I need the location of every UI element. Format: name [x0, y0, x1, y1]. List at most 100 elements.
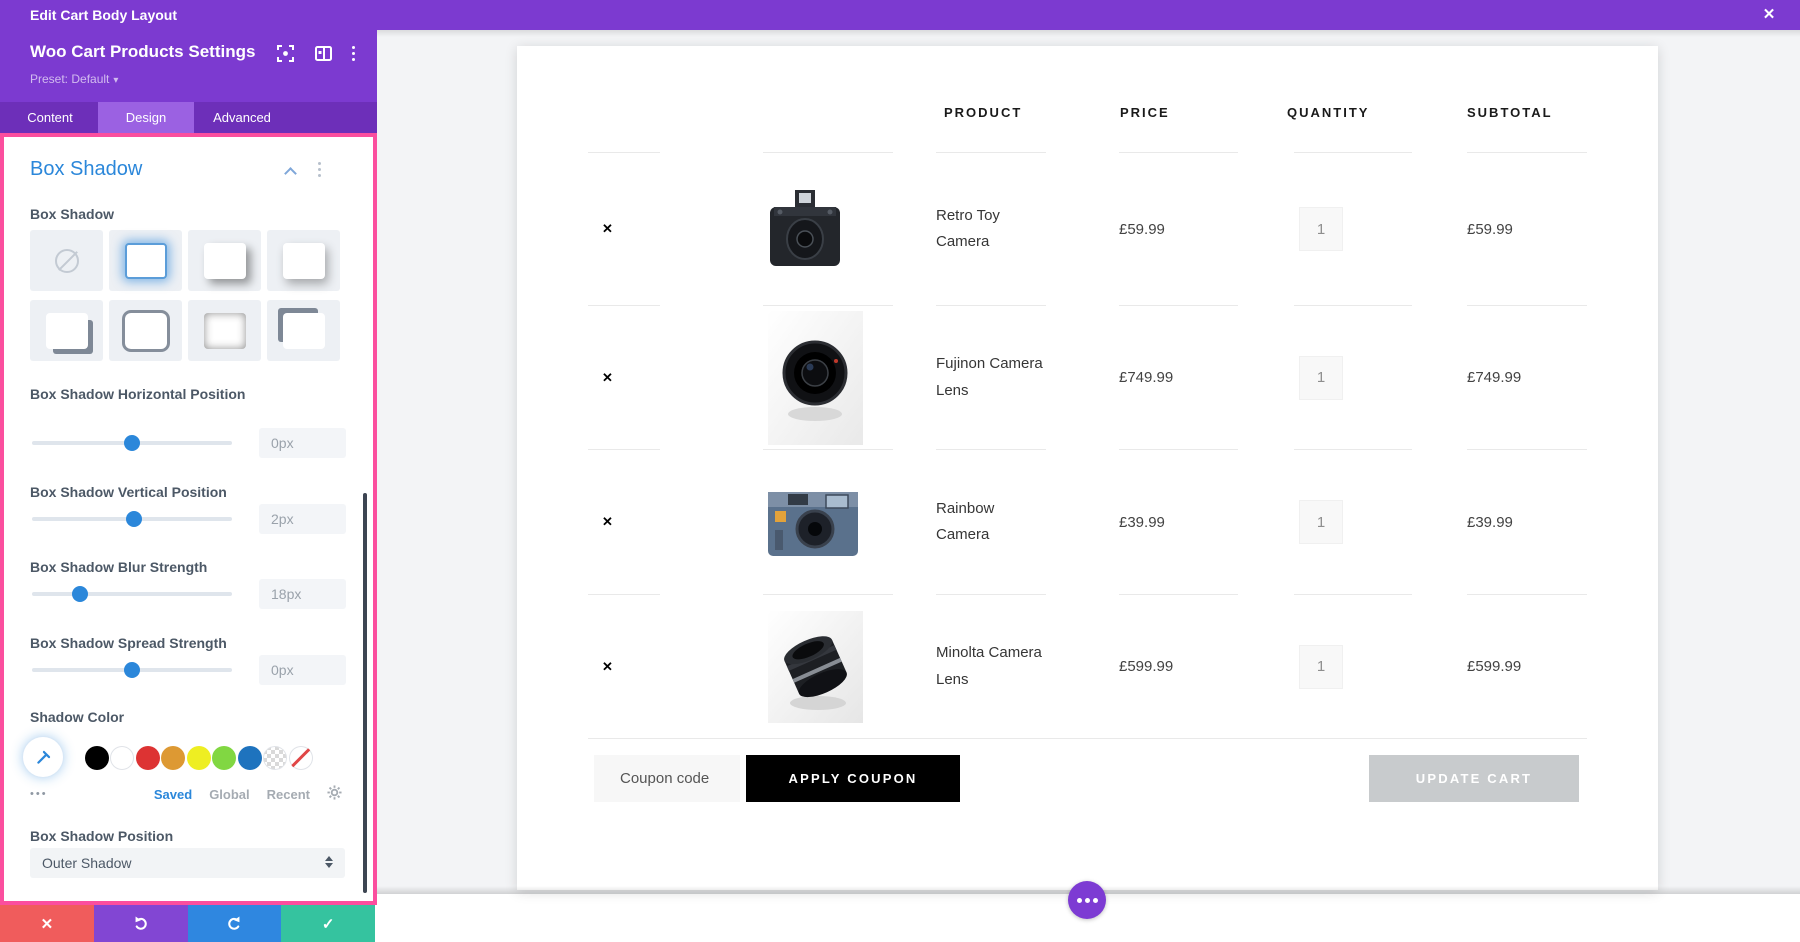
shadow-preset-inner[interactable]	[188, 300, 261, 361]
shadow-preset-none[interactable]	[30, 230, 103, 291]
shadow-preset-bottom-right[interactable]	[188, 230, 261, 291]
spread-strength-slider: 0px	[30, 655, 350, 685]
box-shadow-section-title[interactable]: Box Shadow	[30, 158, 142, 181]
shadow-color-swatches	[23, 737, 353, 781]
preset-selector[interactable]: Preset: Default ▾	[30, 72, 118, 86]
settings-title: Woo Cart Products Settings	[30, 42, 256, 61]
update-cart-button[interactable]: UPDATE CART	[1369, 755, 1579, 802]
cart-row: ✕ Retro Toy Camera £59.99 1 £59.99	[517, 152, 1658, 305]
column-header-quantity: QUANTITY	[1287, 105, 1370, 120]
panel-scrollbar[interactable]	[363, 493, 367, 893]
product-subtotal: £749.99	[1467, 369, 1522, 386]
color-swatch-white[interactable]	[110, 746, 134, 770]
column-header-subtotal: SUBTOTAL	[1467, 105, 1553, 120]
palette-tab-global[interactable]: Global	[209, 787, 249, 802]
product-image-fujinon-lens	[768, 310, 863, 445]
color-swatch-none[interactable]	[289, 746, 313, 770]
vertical-position-value[interactable]: 2px	[259, 504, 346, 534]
product-image-retro-toy-camera	[770, 190, 840, 266]
page-title: Edit Cart Body Layout	[30, 7, 178, 23]
close-icon[interactable]: ✕	[1754, 0, 1784, 30]
eyedropper-icon[interactable]	[23, 737, 63, 777]
quantity-input[interactable]: 1	[1299, 207, 1343, 251]
product-name: Rainbow Camera	[936, 499, 995, 543]
shadow-preset-hard-bottom-right[interactable]	[30, 300, 103, 361]
remove-item-icon[interactable]: ✕	[602, 659, 613, 675]
chevron-up-icon[interactable]	[284, 167, 297, 180]
blur-strength-value[interactable]: 18px	[259, 579, 346, 609]
tab-design[interactable]: Design	[98, 102, 194, 133]
cart-row: ✕ Rainbow Camera £39.99 1 £39.99	[517, 449, 1658, 594]
shadow-preset-selected[interactable]	[109, 230, 182, 291]
panel-layout-icon[interactable]	[314, 44, 332, 62]
gear-icon[interactable]	[327, 785, 342, 803]
vertical-position-label: Box Shadow Vertical Position	[30, 484, 227, 500]
color-swatch-red[interactable]	[136, 746, 160, 770]
more-colors-dots-icon[interactable]: •••	[30, 788, 48, 800]
close-icon: ✕	[40, 915, 54, 933]
spread-strength-value[interactable]: 0px	[259, 655, 346, 685]
palette-tab-saved[interactable]: Saved	[154, 787, 192, 802]
remove-item-icon[interactable]: ✕	[602, 221, 613, 237]
coupon-code-input[interactable]	[594, 755, 740, 802]
product-price: £599.99	[1119, 658, 1174, 675]
tab-content[interactable]: Content	[2, 102, 98, 133]
column-header-price: PRICE	[1120, 105, 1170, 120]
color-swatch-green[interactable]	[212, 746, 236, 770]
cart-products-card: PRODUCT PRICE QUANTITY SUBTOTAL ✕ Retro …	[517, 46, 1658, 890]
slider-track[interactable]	[32, 435, 232, 451]
palette-options-bar: ••• Saved Global Recent	[30, 785, 342, 803]
product-image-rainbow-camera	[768, 492, 858, 556]
tab-advanced[interactable]: Advanced	[194, 102, 290, 133]
product-subtotal: £599.99	[1467, 658, 1522, 675]
horizontal-position-label: Box Shadow Horizontal Position	[30, 386, 246, 402]
apply-coupon-button[interactable]: APPLY COUPON	[746, 755, 960, 802]
quantity-input[interactable]: 1	[1299, 644, 1343, 689]
redo-button[interactable]	[187, 905, 282, 942]
shadow-preset-grid	[30, 230, 342, 361]
focus-crosshair-icon[interactable]	[276, 44, 294, 62]
cart-row: ✕ Fujinon Camera Lens £749.99 1 £749.99	[517, 305, 1658, 449]
color-swatch-blue[interactable]	[238, 746, 262, 770]
table-footer-divider	[588, 738, 1587, 739]
shadow-preset-hard-top-left[interactable]	[267, 300, 340, 361]
horizontal-position-value[interactable]: 0px	[259, 428, 346, 458]
spread-strength-label: Box Shadow Spread Strength	[30, 635, 227, 651]
quantity-input[interactable]: 1	[1299, 355, 1343, 400]
slider-thumb[interactable]	[126, 511, 142, 527]
slider-track[interactable]	[32, 586, 232, 602]
discard-button[interactable]: ✕	[0, 905, 94, 942]
color-swatch-transparent[interactable]	[263, 746, 287, 770]
quantity-input[interactable]: 1	[1299, 500, 1343, 544]
slider-thumb[interactable]	[72, 586, 88, 602]
color-swatch-black[interactable]	[85, 746, 109, 770]
slider-track[interactable]	[32, 662, 232, 678]
product-price: £749.99	[1119, 369, 1174, 386]
color-swatch-yellow[interactable]	[187, 746, 211, 770]
section-options-kebab-icon[interactable]	[318, 162, 321, 177]
slider-track[interactable]	[32, 511, 232, 527]
shadow-preset-border[interactable]	[109, 300, 182, 361]
palette-tab-recent[interactable]: Recent	[267, 787, 310, 802]
module-actions-dots-button[interactable]	[1068, 881, 1106, 919]
slider-thumb[interactable]	[124, 662, 140, 678]
blur-strength-slider: 18px	[30, 579, 350, 609]
product-price: £59.99	[1119, 220, 1165, 238]
remove-item-icon[interactable]: ✕	[602, 370, 613, 386]
box-shadow-position-select[interactable]: Outer Shadow	[30, 848, 345, 878]
product-subtotal: £39.99	[1467, 513, 1513, 531]
undo-button[interactable]	[93, 905, 188, 942]
settings-panel: Woo Cart Products Settings Preset: Defau…	[0, 30, 377, 942]
save-button[interactable]: ✓	[281, 905, 375, 942]
panel-action-bar: ✕ ✓	[0, 905, 375, 942]
remove-item-icon[interactable]: ✕	[602, 514, 613, 530]
product-image-minolta-lens	[768, 610, 863, 723]
check-icon: ✓	[321, 915, 335, 933]
product-name: Fujinon Camera Lens	[936, 355, 1043, 399]
horizontal-position-slider: 0px	[30, 428, 350, 458]
shadow-preset-bottom[interactable]	[267, 230, 340, 291]
slider-thumb[interactable]	[124, 435, 140, 451]
panel-options-kebab-icon[interactable]	[352, 45, 355, 61]
color-swatch-orange[interactable]	[161, 746, 185, 770]
undo-icon	[135, 916, 147, 930]
